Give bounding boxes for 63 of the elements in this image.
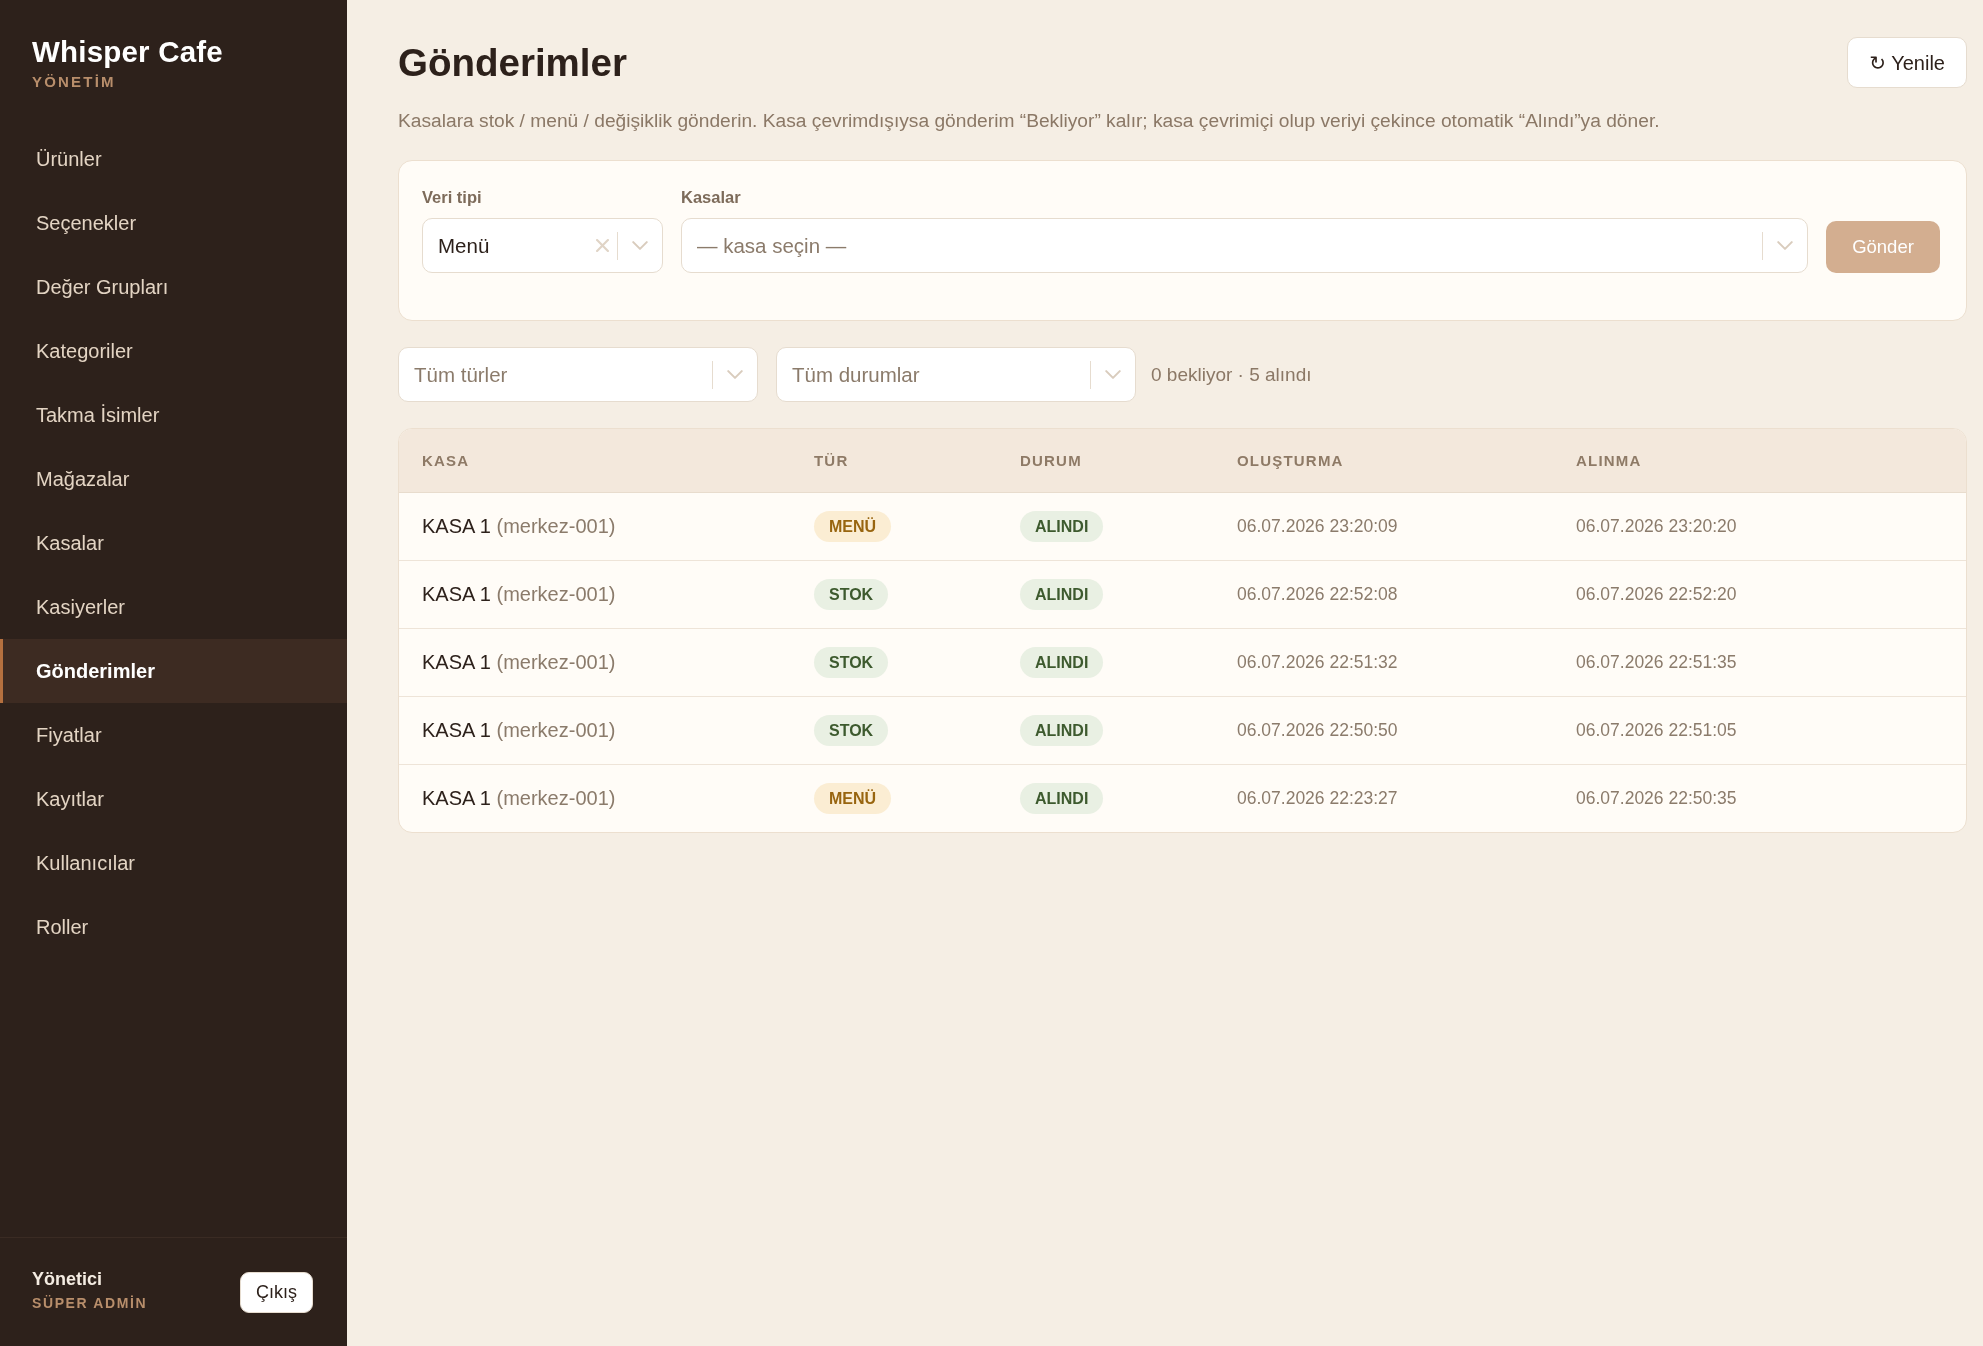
column-header: TÜR — [814, 452, 849, 469]
type-badge: MENÜ — [814, 783, 892, 814]
nav-item[interactable]: Roller — [0, 895, 347, 959]
register-name: KASA 1 (merkez-001) — [422, 583, 616, 606]
nav-item[interactable]: Mağazalar — [0, 447, 347, 511]
column-header: OLUŞTURMA — [1237, 452, 1344, 469]
created-date: 06.07.2026 22:50:50 — [1237, 720, 1398, 741]
select-field[interactable]: Tüm durumlar — [776, 347, 1136, 402]
nav-item[interactable]: Kayıtlar — [0, 767, 347, 831]
select-field[interactable]: Tüm türler — [398, 347, 758, 402]
select-field[interactable]: Menü — [422, 218, 663, 273]
nav-item[interactable]: Fiyatlar — [0, 703, 347, 767]
brand-subtitle: YÖNETİM — [32, 72, 116, 92]
column-header: DURUM — [1020, 452, 1082, 469]
status-badge: ALINDI — [1020, 511, 1104, 542]
nav-item[interactable]: Kullanıcılar — [0, 831, 347, 895]
chevron-down-icon[interactable] — [632, 241, 648, 250]
created-date: 06.07.2026 22:52:08 — [1237, 584, 1398, 605]
created-date: 06.07.2026 23:20:09 — [1237, 516, 1398, 537]
brand-name: Whisper Cafe — [32, 34, 223, 70]
clear-icon[interactable] — [596, 239, 609, 252]
register-name: KASA 1 (merkez-001) — [422, 651, 616, 674]
register-name: KASA 1 (merkez-001) — [422, 515, 616, 538]
user-name: Yönetici — [32, 1268, 102, 1291]
chevron-down-icon[interactable] — [1777, 241, 1793, 250]
status-badge: ALINDI — [1020, 783, 1104, 814]
created-date: 06.07.2026 22:23:27 — [1237, 788, 1398, 809]
logout-button[interactable]: Çıkış — [240, 1271, 313, 1313]
received-date: 06.07.2026 22:51:05 — [1576, 720, 1737, 741]
nav-item[interactable]: Kasiyerler — [0, 575, 347, 639]
received-date: 06.07.2026 22:52:20 — [1576, 584, 1737, 605]
register-name: KASA 1 (merkez-001) — [422, 719, 616, 742]
register-name: KASA 1 (merkez-001) — [422, 787, 616, 810]
field-label: Kasalar — [681, 187, 741, 208]
status-badge: ALINDI — [1020, 579, 1104, 610]
status-badge: ALINDI — [1020, 715, 1104, 746]
chevron-down-icon[interactable] — [1105, 370, 1121, 379]
user-role: SÜPER ADMİN — [32, 1294, 148, 1313]
column-header: KASA — [422, 452, 470, 469]
summary-text: 0 bekliyor · 5 alındı — [1151, 363, 1312, 386]
page-description: Kasalara stok / menü / değişiklik gönderin. Kasa çevrimdışıysa gönderim “Bekliyor” kalır; kasa çevrimiçi olup veriyi çekince otomatik “Alındı”ya döner. — [398, 109, 1661, 133]
nav-item[interactable]: Kasalar — [0, 511, 347, 575]
page-title: Gönderimler — [398, 40, 627, 86]
received-date: 06.07.2026 23:20:20 — [1576, 516, 1737, 537]
type-badge: STOK — [814, 579, 889, 610]
nav-item[interactable]: Seçenekler — [0, 191, 347, 255]
nav-item[interactable]: Değer Grupları — [0, 255, 347, 319]
field-label: Veri tipi — [422, 187, 482, 208]
created-date: 06.07.2026 22:51:32 — [1237, 652, 1398, 673]
type-badge: MENÜ — [814, 511, 892, 542]
refresh-button[interactable]: ↻ Yenile — [1847, 37, 1967, 88]
type-badge: STOK — [814, 647, 889, 678]
nav-item[interactable]: Kategoriler — [0, 319, 347, 383]
nav-item[interactable]: Ürünler — [0, 127, 347, 191]
type-badge: STOK — [814, 715, 889, 746]
nav-item[interactable]: Takma İsimler — [0, 383, 347, 447]
select-field[interactable]: — kasa seçin — — [681, 218, 1808, 273]
chevron-down-icon[interactable] — [727, 370, 743, 379]
nav-item[interactable]: Gönderimler — [0, 639, 347, 703]
received-date: 06.07.2026 22:50:35 — [1576, 788, 1737, 809]
status-badge: ALINDI — [1020, 647, 1104, 678]
column-header: ALINMA — [1576, 452, 1642, 469]
received-date: 06.07.2026 22:51:35 — [1576, 652, 1737, 673]
